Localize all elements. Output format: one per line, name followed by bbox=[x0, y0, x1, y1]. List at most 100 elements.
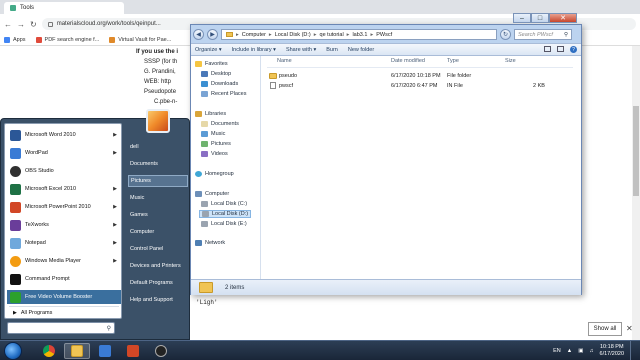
search-input[interactable]: Search PWscf ⚲ bbox=[514, 29, 572, 40]
file-row[interactable]: pwscf 6/17/2020 6:47 PM IN File 2 KB bbox=[267, 81, 573, 90]
breadcrumb[interactable]: ▸ Computer ▸ Local Disk (D:) ▸ qe tutori… bbox=[221, 29, 497, 40]
nav-computer[interactable]: Computer bbox=[195, 191, 229, 197]
program-powerpoint[interactable]: Microsoft PowerPoint 2010 ▶ bbox=[7, 200, 121, 214]
nav-documents[interactable]: Documents bbox=[201, 121, 239, 127]
link-documents[interactable]: Documents bbox=[128, 158, 188, 170]
link-control-panel[interactable]: Control Panel bbox=[128, 243, 188, 255]
bookmark-apps[interactable]: Apps bbox=[4, 36, 26, 43]
program-wordpad[interactable]: WordPad ▶ bbox=[7, 146, 121, 160]
nav-libraries[interactable]: Libraries bbox=[195, 111, 226, 117]
link-music[interactable]: Music bbox=[128, 192, 188, 204]
forward-icon[interactable]: → bbox=[17, 20, 25, 29]
page-scrollbar[interactable] bbox=[632, 46, 640, 340]
back-icon[interactable]: ← bbox=[4, 20, 12, 29]
taskbar-explorer[interactable] bbox=[64, 343, 90, 359]
link-default-programs[interactable]: Default Programs bbox=[128, 277, 188, 289]
link-computer[interactable]: Computer bbox=[128, 226, 188, 238]
minimize-button[interactable]: – bbox=[513, 13, 531, 23]
bookmark-virtual-vault[interactable]: Virtual Vault for Pae... bbox=[109, 36, 171, 43]
nav-pictures[interactable]: Pictures bbox=[201, 141, 231, 147]
column-header-date[interactable]: Date modified bbox=[391, 58, 425, 64]
file-row[interactable]: pseudo 6/17/2020 10:18 PM File folder bbox=[267, 71, 573, 80]
column-header-name[interactable]: Name bbox=[277, 58, 292, 64]
link-games[interactable]: Games bbox=[128, 209, 188, 221]
submenu-arrow-icon[interactable]: ▶ bbox=[113, 240, 117, 246]
nav-homegroup[interactable]: Homegroup bbox=[195, 171, 234, 177]
all-programs-button[interactable]: ▶ All Programs bbox=[7, 308, 121, 318]
taskbar-media[interactable] bbox=[92, 343, 118, 359]
browser-tab[interactable]: Tools bbox=[4, 2, 124, 14]
submenu-arrow-icon[interactable]: ▶ bbox=[113, 132, 117, 138]
start-search-input[interactable]: ⚲ bbox=[7, 322, 115, 334]
submenu-arrow-icon[interactable]: ▶ bbox=[113, 186, 117, 192]
network-icon[interactable]: ▣ bbox=[578, 348, 583, 354]
nav-recent-places[interactable]: Recent Places bbox=[201, 91, 246, 97]
breadcrumb-item[interactable]: Local Disk (D:) bbox=[275, 32, 311, 38]
help-icon[interactable]: ? bbox=[570, 46, 577, 53]
breadcrumb-item[interactable]: PWscf bbox=[376, 32, 392, 38]
nav-downloads[interactable]: Downloads bbox=[201, 81, 238, 87]
taskbar-powerpoint[interactable] bbox=[120, 343, 146, 359]
scrollbar-thumb[interactable] bbox=[633, 106, 639, 196]
nav-favorites[interactable]: Favorites bbox=[195, 61, 228, 67]
breadcrumb-item[interactable]: lab3.1 bbox=[352, 32, 367, 38]
show-all-button[interactable]: Show all bbox=[588, 322, 622, 336]
excel-icon bbox=[10, 183, 21, 195]
taskbar-chrome[interactable] bbox=[36, 343, 62, 359]
burn-button[interactable]: Burn bbox=[326, 47, 338, 53]
reload-icon[interactable]: ↻ bbox=[30, 20, 37, 29]
music-icon bbox=[201, 131, 208, 137]
bookmark-pdf-search[interactable]: PDF search engine f... bbox=[35, 36, 99, 43]
clock[interactable]: 10:18 PM 6/17/2020 bbox=[600, 344, 624, 358]
submenu-arrow-icon[interactable]: ▶ bbox=[113, 150, 117, 156]
volume-icon[interactable]: ♫ bbox=[589, 348, 593, 354]
tray-arrow-icon[interactable]: ▲ bbox=[567, 348, 572, 354]
start-button[interactable] bbox=[4, 342, 22, 360]
back-icon[interactable]: ◀ bbox=[193, 29, 204, 40]
nav-network[interactable]: Network bbox=[195, 240, 225, 246]
link-help-support[interactable]: Help and Support bbox=[128, 294, 188, 306]
column-header-size[interactable]: Size bbox=[505, 58, 516, 64]
nav-desktop[interactable]: Desktop bbox=[201, 71, 231, 77]
view-options-icon[interactable] bbox=[544, 46, 551, 52]
nav-local-disk-d[interactable]: Local Disk (D:) bbox=[199, 210, 252, 218]
maximize-button[interactable]: □ bbox=[531, 13, 549, 23]
language-indicator[interactable]: EN bbox=[553, 348, 561, 354]
link-pictures[interactable]: Pictures bbox=[128, 175, 188, 187]
program-texworks[interactable]: TeXworks ▶ bbox=[7, 218, 121, 232]
link-devices-printers[interactable]: Devices and Printers bbox=[128, 260, 188, 272]
program-command-prompt[interactable]: Command Prompt bbox=[7, 272, 121, 286]
close-button[interactable]: ✕ bbox=[549, 13, 577, 23]
breadcrumb-item[interactable]: qe tutorial bbox=[320, 32, 344, 38]
submenu-arrow-icon[interactable]: ▶ bbox=[113, 204, 117, 210]
program-notepad[interactable]: Notepad ▶ bbox=[7, 236, 121, 250]
taskbar-obs[interactable] bbox=[148, 343, 174, 359]
program-excel[interactable]: Microsoft Excel 2010 ▶ bbox=[7, 182, 121, 196]
preview-pane-icon[interactable] bbox=[557, 46, 564, 52]
program-label: Free Video Volume Booster bbox=[25, 294, 93, 300]
forward-icon[interactable]: ▶ bbox=[207, 29, 218, 40]
program-word[interactable]: Microsoft Word 2010 ▶ bbox=[7, 128, 121, 142]
user-avatar[interactable] bbox=[146, 109, 170, 133]
organize-button[interactable]: Organize ▾ bbox=[195, 47, 222, 53]
new-folder-button[interactable]: New folder bbox=[348, 47, 374, 53]
program-media-player[interactable]: Windows Media Player ▶ bbox=[7, 254, 121, 268]
refresh-icon[interactable]: ↻ bbox=[500, 29, 511, 40]
program-volume-booster[interactable]: Free Video Volume Booster bbox=[7, 290, 121, 304]
show-desktop-button[interactable] bbox=[630, 341, 636, 360]
close-icon[interactable]: ✕ bbox=[626, 324, 633, 333]
submenu-arrow-icon[interactable]: ▶ bbox=[113, 222, 117, 228]
nav-local-disk-c[interactable]: Local Disk (C:) bbox=[201, 201, 247, 207]
nav-videos[interactable]: Videos bbox=[201, 151, 228, 157]
nav-local-disk-e[interactable]: Local Disk (E:) bbox=[201, 221, 247, 227]
breadcrumb-item[interactable]: Computer bbox=[242, 32, 266, 38]
program-obs[interactable]: OBS Studio bbox=[7, 164, 121, 178]
nav-music[interactable]: Music bbox=[201, 131, 225, 137]
link-user[interactable]: dell bbox=[128, 141, 188, 153]
include-in-library-button[interactable]: Include in library ▾ bbox=[232, 47, 276, 53]
submenu-arrow-icon[interactable]: ▶ bbox=[113, 258, 117, 264]
shutdown-button[interactable] bbox=[130, 324, 182, 335]
page-link[interactable]: WEB: http bbox=[144, 79, 171, 85]
column-header-type[interactable]: Type bbox=[447, 58, 459, 64]
share-with-button[interactable]: Share with ▾ bbox=[286, 47, 316, 53]
